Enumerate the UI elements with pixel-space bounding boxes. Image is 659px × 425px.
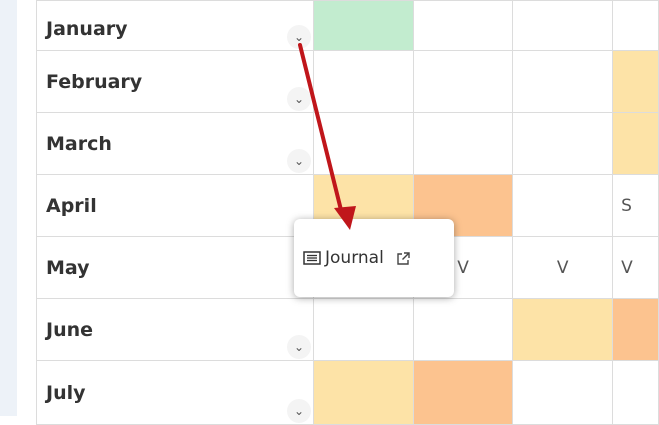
journal-label: Journal — [325, 248, 384, 268]
day-cell[interactable] — [313, 112, 414, 175]
month-cell-february: February ⌄ — [35, 50, 315, 113]
chevron-down-icon[interactable]: ⌄ — [287, 87, 312, 111]
context-popup: Journal — [294, 219, 454, 297]
chevron-down-icon[interactable]: ⌄ — [287, 25, 312, 49]
day-cell[interactable] — [512, 50, 614, 113]
day-cell[interactable] — [412, 298, 514, 361]
day-cell[interactable] — [512, 0, 614, 51]
day-cell[interactable]: V — [512, 236, 614, 299]
day-cell[interactable] — [313, 360, 414, 425]
row-march: March ⌄ — [35, 112, 659, 175]
day-cell[interactable]: S — [612, 174, 659, 237]
month-label: May — [46, 256, 90, 279]
day-cell[interactable] — [612, 50, 659, 113]
day-cell[interactable] — [313, 298, 414, 361]
day-cell[interactable] — [412, 0, 514, 51]
cell-value: S — [621, 195, 632, 216]
day-cell[interactable] — [412, 112, 514, 175]
day-cell[interactable] — [512, 360, 614, 425]
day-cell[interactable] — [412, 50, 514, 113]
list-icon — [303, 251, 321, 265]
month-label: March — [46, 132, 112, 155]
journal-link[interactable]: Journal — [303, 248, 384, 268]
cell-value: V — [457, 257, 469, 278]
chevron-down-icon[interactable]: ⌄ — [287, 335, 312, 359]
day-cell[interactable] — [612, 360, 659, 425]
month-cell-may: May — [35, 236, 315, 299]
day-cell[interactable] — [512, 174, 614, 237]
month-label: February — [46, 70, 143, 93]
month-cell-april: April — [35, 174, 315, 237]
day-cell[interactable] — [512, 298, 614, 361]
month-cell-july: July ⌄ — [35, 360, 315, 425]
month-label: January — [46, 18, 128, 40]
left-rail — [0, 0, 17, 416]
cell-value: V — [556, 257, 569, 278]
month-grid: January ⌄ February ⌄ March ⌄ April S May… — [35, 0, 659, 425]
day-cell[interactable]: V — [612, 236, 659, 299]
row-june: June ⌄ — [35, 298, 659, 361]
row-february: February ⌄ — [35, 50, 659, 113]
chevron-down-icon[interactable]: ⌄ — [287, 149, 312, 173]
month-cell-march: March ⌄ — [35, 112, 315, 175]
row-july: July ⌄ — [35, 360, 659, 425]
external-link-icon[interactable] — [396, 251, 411, 266]
day-cell[interactable] — [612, 298, 659, 361]
day-cell[interactable] — [313, 0, 414, 51]
month-label: July — [46, 381, 86, 404]
row-january: January ⌄ — [35, 0, 659, 51]
day-cell[interactable] — [612, 0, 659, 51]
day-cell[interactable] — [512, 112, 614, 175]
cell-value: V — [621, 257, 633, 278]
day-cell[interactable] — [313, 50, 414, 113]
month-label: June — [46, 318, 94, 341]
month-label: April — [46, 194, 97, 217]
month-cell-june: June ⌄ — [35, 298, 315, 361]
chevron-down-icon[interactable]: ⌄ — [287, 399, 312, 423]
day-cell[interactable] — [612, 112, 659, 175]
day-cell[interactable] — [412, 360, 514, 425]
month-cell-january: January ⌄ — [35, 0, 315, 51]
